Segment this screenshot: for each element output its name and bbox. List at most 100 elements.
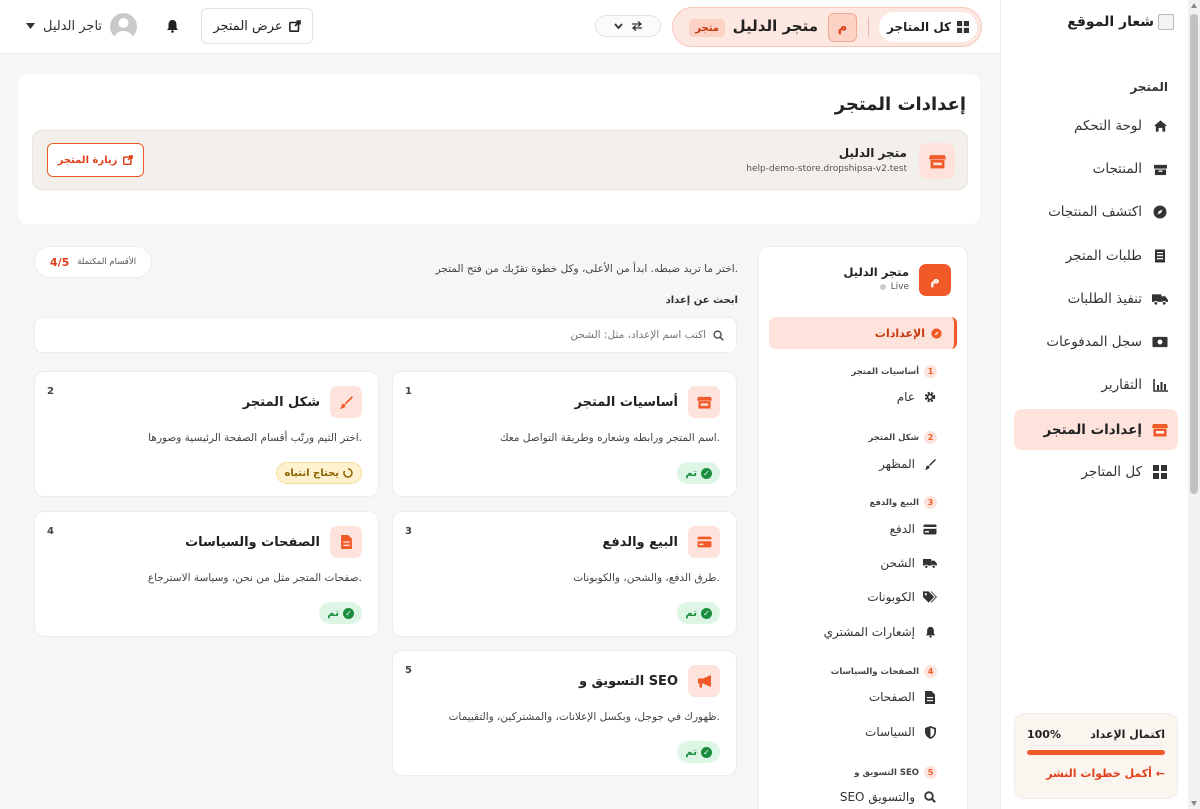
- settings-item-coupons[interactable]: الكوبونات: [867, 590, 937, 604]
- sidebar-item-dashboard[interactable]: لوحة التحكم: [1014, 107, 1178, 145]
- settings-item-shipping[interactable]: الشحن: [880, 556, 937, 570]
- settings-card-design[interactable]: 2 شكل المتجر اختر الثيم ورتّب أقسام الصف…: [34, 371, 379, 497]
- current-store-name: متجر الدليل: [732, 17, 818, 35]
- search-box[interactable]: [34, 317, 737, 353]
- sidebar-item-label: التقارير: [1101, 377, 1142, 393]
- settings-nav-active-item[interactable]: الإعدادات: [769, 317, 957, 349]
- step-number: 5: [924, 766, 937, 779]
- status-text: تم: [327, 607, 339, 619]
- group-label-pages: 4 الصفحات والسياسات: [831, 665, 937, 678]
- card-number: 5: [405, 665, 412, 676]
- top-bar: كل المتاجر م متجر الدليل متجر عرض المتجر…: [0, 0, 1000, 54]
- user-name: تاجر الدليل: [43, 18, 103, 34]
- sidebar-item-fulfillment[interactable]: تنفيذ الطلبات: [1014, 280, 1178, 318]
- status-text: تم: [685, 607, 697, 619]
- view-store-label: عرض المتجر: [213, 18, 283, 34]
- scroll-down-arrow-icon[interactable]: [1191, 801, 1197, 806]
- sidebar-item-label: إعدادات المتجر: [1043, 421, 1142, 438]
- sidebar-item-label: كل المتاجر: [1081, 464, 1142, 480]
- settings-card-marketing[interactable]: 5 التسويق و SEO ظهورك في جوجل، وبكسل الإ…: [392, 650, 737, 776]
- visit-store-button[interactable]: زيارة المتجر: [47, 143, 144, 177]
- site-logo[interactable]: شعار الموقع: [1067, 14, 1174, 30]
- settings-item-general[interactable]: عام: [897, 390, 937, 404]
- settings-card-basics[interactable]: 1 أساسيات المتجر اسم المتجر ورابطه وشعار…: [392, 371, 737, 497]
- tags-icon: [923, 590, 937, 604]
- status-badge: تم ✓: [319, 602, 362, 624]
- settings-card-pages[interactable]: 4 الصفحات والسياسات صفحات المتجر مثل من …: [34, 511, 379, 637]
- settings-item-buyer-notifications[interactable]: إشعارات المشتري: [824, 625, 937, 639]
- sidebar-item-store-settings[interactable]: إعدادات المتجر: [1014, 409, 1178, 450]
- sidebar-item-discover[interactable]: اكتشف المنتجات: [1014, 193, 1178, 231]
- sidebar-item-label: سجل المدفوعات: [1046, 334, 1142, 350]
- avatar: [110, 12, 138, 40]
- card-icon: [923, 522, 937, 536]
- visit-store-label: زيارة المتجر: [57, 154, 118, 166]
- search-input[interactable]: [66, 324, 706, 346]
- publish-steps-link[interactable]: أكمل خطوات النشر ←: [1027, 767, 1165, 780]
- store-avatar: م: [828, 13, 857, 42]
- progress-percent: 100%: [1027, 728, 1061, 741]
- active-item-label: الإعدادات: [874, 326, 925, 340]
- progress-fill: [1027, 750, 1165, 755]
- step-number: 2: [924, 431, 937, 444]
- status-label: Live: [890, 282, 909, 292]
- sidebar-item-reports[interactable]: التقارير: [1014, 366, 1178, 404]
- card-title: أساسيات المتجر: [574, 395, 679, 410]
- step-number: 4: [924, 665, 937, 678]
- settings-item-seo[interactable]: SEO والتسويق: [840, 790, 937, 804]
- status-text: تم: [685, 467, 697, 479]
- boxes-icon: [1152, 161, 1168, 177]
- settings-item-label: الدفع: [889, 522, 915, 536]
- swap-icon: [631, 21, 643, 31]
- scroll-up-arrow-icon[interactable]: [1191, 3, 1197, 8]
- grid-icon: [957, 21, 970, 33]
- sidebar-item-payments[interactable]: سجل المدفوعات: [1014, 323, 1178, 361]
- sidebar-item-products[interactable]: المنتجات: [1014, 150, 1178, 188]
- money-icon: [1152, 334, 1168, 350]
- check-circle-icon: ✓: [701, 746, 712, 758]
- card-description: طرق الدفع، والشحن، والكوبونات.: [573, 572, 720, 584]
- completed-sections-badge: 4/5 الأقسام المكتملة: [34, 246, 152, 278]
- sidebar-item-label: اكتشف المنتجات: [1048, 204, 1142, 220]
- card-number: 3: [405, 526, 412, 537]
- view-store-button[interactable]: عرض المتجر: [201, 8, 313, 44]
- settings-item-policies[interactable]: السياسات: [865, 725, 937, 739]
- sidebar-item-label: لوحة التحكم: [1073, 118, 1142, 134]
- external-link-icon: [288, 20, 301, 32]
- switch-store-dropdown[interactable]: [595, 15, 661, 37]
- all-stores-label: كل المتاجر: [886, 20, 952, 34]
- group-label-text: شكل المتجر: [868, 432, 919, 443]
- spinner-icon: [343, 468, 353, 478]
- settings-item-label: المظهر: [879, 457, 915, 471]
- all-stores-button[interactable]: كل المتاجر: [879, 12, 977, 42]
- notifications-bell-icon[interactable]: [166, 19, 179, 33]
- settings-card-selling[interactable]: 3 البيع والدفع طرق الدفع، والشحن، والكوب…: [392, 511, 737, 637]
- settings-item-payment[interactable]: الدفع: [890, 522, 937, 536]
- grid-icon: [1152, 464, 1168, 480]
- page-scrollbar[interactable]: [1188, 0, 1200, 809]
- sidebar-item-orders[interactable]: طلبات المتجر: [1014, 237, 1178, 275]
- settings-item-label: السياسات: [865, 725, 915, 739]
- home-icon: [1152, 118, 1168, 134]
- sidebar-item-label: المنتجات: [1092, 161, 1142, 177]
- store-icon: [688, 386, 720, 418]
- group-label-basics: 1 أساسيات المتجر: [851, 365, 937, 378]
- user-menu[interactable]: تاجر الدليل: [26, 12, 138, 40]
- divider: [868, 17, 869, 37]
- scrollbar-thumb[interactable]: [1190, 14, 1198, 494]
- search-icon: [923, 790, 937, 804]
- card-title: التسويق و SEO: [578, 674, 678, 689]
- group-label-selling: 3 البيع والدفع: [870, 496, 937, 509]
- status-text: تم: [685, 746, 697, 758]
- group-label-text: التسويق و SEO: [854, 767, 919, 778]
- settings-item-appearance[interactable]: المظهر: [879, 457, 937, 471]
- sidebar-item-all-stores[interactable]: كل المتاجر: [1014, 453, 1178, 491]
- store-icon: [1152, 422, 1168, 438]
- bell-icon: [923, 625, 937, 639]
- settings-item-pages[interactable]: الصفحات: [869, 690, 937, 704]
- logo-text: شعار الموقع: [1067, 14, 1154, 30]
- store-switcher[interactable]: كل المتاجر م متجر الدليل متجر: [672, 7, 982, 47]
- gear-icon: [923, 390, 937, 404]
- status-badge: تم ✓: [677, 462, 720, 484]
- file-icon: [923, 690, 937, 704]
